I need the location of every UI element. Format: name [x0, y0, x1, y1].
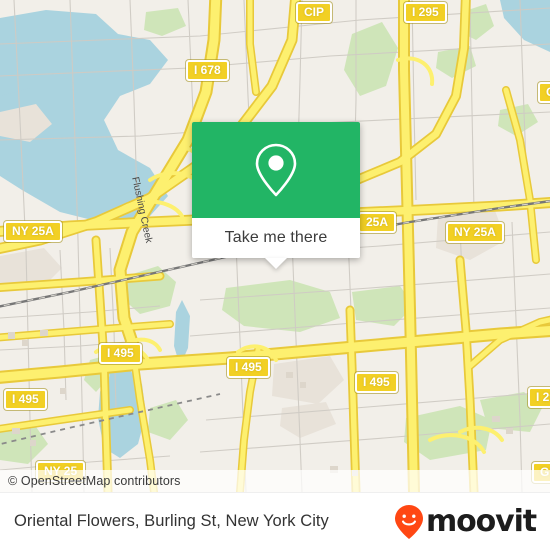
moovit-pin-icon [394, 504, 423, 539]
moovit-wordmark: moovit [425, 503, 537, 539]
road-shield-label: I 495 [355, 372, 398, 393]
road-shield-label: I 495 [227, 357, 270, 378]
footer-bar: Oriental Flowers, Burling St, New York C… [0, 492, 550, 550]
popup-image-placeholder [192, 122, 360, 218]
road-shield-label: I 495 [99, 343, 142, 364]
popup-card[interactable]: Take me there [192, 122, 360, 258]
road-shield-label: I 495 [4, 389, 47, 410]
road-shield-label: NY 25A [446, 222, 504, 243]
road-shield-label: I 295 [404, 2, 447, 23]
road-shield-label: CIP [296, 2, 333, 23]
road-shield-label: I 29 [528, 387, 550, 408]
road-shield-label: NY 25A [4, 221, 62, 242]
popup-tail [265, 258, 287, 269]
place-popup[interactable]: Take me there [192, 122, 360, 269]
map-screenshot-root: Flushing Creek CIPI 295I 678CINY 25A25AN… [0, 0, 550, 550]
place-title: Oriental Flowers, Burling St, New York C… [14, 512, 329, 530]
map-attribution: © OpenStreetMap contributors [0, 470, 550, 492]
take-me-there-button[interactable]: Take me there [192, 218, 360, 258]
road-shield-label: 25A [358, 212, 397, 233]
attribution-text: © OpenStreetMap contributors [8, 474, 181, 488]
map-pin-icon [255, 143, 297, 197]
moovit-logo[interactable]: moovit [394, 503, 537, 540]
road-shield-label: I 678 [186, 60, 229, 81]
road-shield-label: CI [538, 82, 550, 103]
map-viewport[interactable]: Flushing Creek CIPI 295I 678CINY 25A25AN… [0, 0, 550, 492]
